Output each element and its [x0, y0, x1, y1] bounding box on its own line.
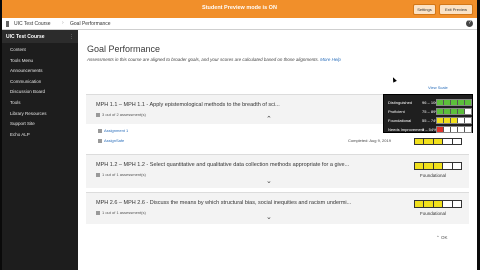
assessment-performance-bar — [414, 138, 462, 145]
assignment-icon — [98, 138, 102, 143]
goal-count: 3 out of 2 assessment(s) — [96, 112, 146, 117]
goal-level: Foundational — [420, 211, 447, 216]
sidebar-menu: Content Tools Menu Announcements Communi… — [2, 45, 78, 140]
chevron-down-icon[interactable]: ⌄ — [266, 177, 272, 185]
main-content: Goal Performance Assessments in this cou… — [78, 30, 477, 270]
info-icon — [96, 172, 100, 177]
goal-performance-bar — [414, 200, 462, 208]
sidebar-item-discussion-board[interactable]: Discussion Board — [2, 87, 78, 98]
page-description: Assessments in this course are aligned t… — [87, 57, 341, 62]
sidebar-item-echo-alp[interactable]: Echo ALP — [2, 130, 78, 141]
student-preview-bar: Student Preview mode is ON Settings Exit… — [2, 0, 477, 18]
sidebar-course-title[interactable]: UIC Test Course — [6, 34, 45, 40]
sidebar-item-support-site[interactable]: Support Site — [2, 119, 78, 130]
goal-card-3[interactable]: MPH 2.6 – MPH 2.6 - Discuss the means by… — [86, 192, 469, 224]
ok-button[interactable]: ⌃ OK — [436, 235, 448, 241]
goal-card-2[interactable]: MPH 1.2 – MPH 1.2 - Select quantitative … — [86, 154, 469, 188]
view-scale-link[interactable]: View Scale — [428, 85, 448, 90]
legend-bar — [436, 126, 472, 133]
sidebar-item-tools-menu[interactable]: Tools Menu — [2, 56, 78, 67]
goal-count-text: 1 out of 1 assessment(s) — [102, 210, 146, 215]
chevron-down-icon[interactable]: ⌄ — [266, 213, 272, 221]
assessment-row[interactable]: AssignSafe — [98, 138, 124, 143]
legend-name: Foundational — [388, 118, 412, 123]
chevron-up-icon[interactable]: ⌃ — [266, 115, 272, 123]
goal-performance-bar — [414, 162, 462, 170]
preview-message: Student Preview mode is ON — [202, 5, 277, 11]
ok-label[interactable]: OK — [441, 235, 448, 240]
assessment-label[interactable]: AssignSafe — [104, 138, 124, 143]
legend-bar — [436, 99, 472, 106]
sidebar-item-content[interactable]: Content — [2, 45, 78, 56]
assessment-label[interactable]: Assignment 1 — [104, 128, 128, 133]
sidebar-item-announcements[interactable]: Announcements — [2, 66, 78, 77]
goal-count-text: 3 out of 2 assessment(s) — [102, 112, 146, 117]
breadcrumb-course[interactable]: UIC Test Course — [14, 21, 51, 27]
info-icon — [96, 210, 100, 215]
help-icon[interactable]: ? — [466, 20, 473, 27]
course-menu-icon[interactable] — [6, 21, 9, 27]
assessment-completed-date: Completed: Aug 9, 2019 — [348, 138, 391, 143]
breadcrumb-bar: UIC Test Course › Goal Performance ? — [2, 18, 477, 30]
legend-row: Needs Improvement 0 – 54% — [388, 126, 472, 134]
breadcrumb-separator-icon: › — [62, 20, 64, 26]
legend-bar — [436, 108, 472, 115]
goal-count: 1 out of 1 assessment(s) — [96, 172, 146, 177]
goal-level: Foundational — [420, 173, 447, 178]
sidebar-item-tools[interactable]: Tools — [2, 98, 78, 109]
course-sidebar: UIC Test Course ⋮ Content Tools Menu Ann… — [2, 30, 78, 270]
breadcrumb-page: Goal Performance — [70, 21, 111, 27]
legend-row: Distinguished 96 – 100% — [388, 99, 472, 107]
performance-scale-popup: Distinguished 96 – 100% Proficient 75 – … — [383, 94, 473, 133]
legend-range: 0 – 54% — [422, 127, 437, 132]
exit-preview-button[interactable]: Exit Preview — [439, 4, 473, 15]
info-icon — [96, 112, 100, 117]
assessment-row[interactable]: Assignment 1 — [98, 128, 128, 133]
page-title: Goal Performance — [87, 44, 161, 54]
legend-bar — [436, 117, 472, 124]
sidebar-item-library-resources[interactable]: Library Resources — [2, 109, 78, 120]
goal-count: 1 out of 1 assessment(s) — [96, 210, 146, 215]
legend-row: Proficient 75 – 89% — [388, 108, 472, 116]
goal-heading[interactable]: MPH 1.2 – MPH 1.2 - Select quantitative … — [96, 162, 349, 168]
goal-count-text: 1 out of 1 assessment(s) — [102, 172, 146, 177]
sidebar-item-communication[interactable]: Communication — [2, 77, 78, 88]
legend-name: Needs Improvement — [388, 127, 425, 132]
settings-button[interactable]: Settings — [413, 4, 436, 15]
legend-name: Distinguished — [388, 100, 413, 105]
goal-heading[interactable]: MPH 2.6 – MPH 2.6 - Discuss the means by… — [96, 200, 351, 206]
sidebar-header: UIC Test Course ⋮ — [2, 30, 78, 43]
assignment-icon — [98, 128, 102, 133]
description-text: Assessments in this course are aligned t… — [87, 57, 319, 62]
goal-heading[interactable]: MPH 1.1 – MPH 1.1 - Apply epistemologica… — [96, 102, 280, 108]
legend-row: Foundational 55 – 74% — [388, 117, 472, 125]
more-help-link[interactable]: More Help — [320, 57, 341, 62]
legend-name: Proficient — [388, 109, 405, 114]
sidebar-tools-icon[interactable]: ⋮ — [69, 34, 74, 40]
